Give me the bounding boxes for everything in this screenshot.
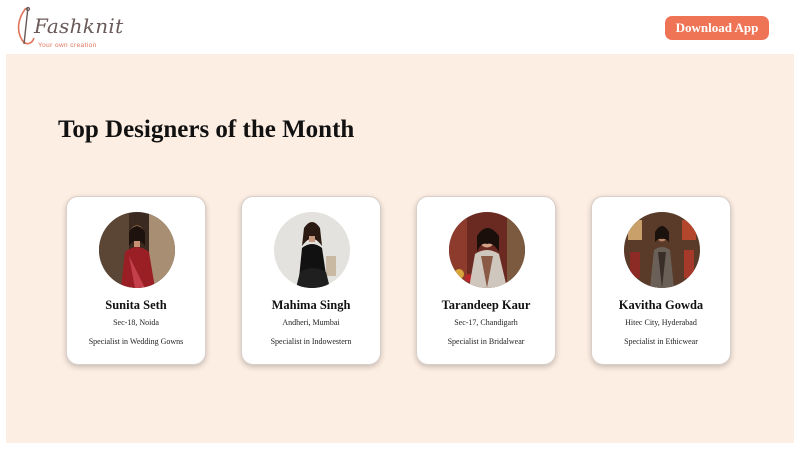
designer-location: Sec-18, Noida xyxy=(113,318,159,327)
logo-tagline: Your own creation xyxy=(38,42,97,49)
designer-location: Hitec City, Hyderabad xyxy=(625,318,697,327)
designer-card[interactable]: Kavitha Gowda Hitec City, Hyderabad Spec… xyxy=(591,196,731,365)
designer-location: Andheri, Mumbai xyxy=(282,318,340,327)
designer-specialty: Specialist in Wedding Gowns xyxy=(88,337,184,346)
section-title: Top Designers of the Month xyxy=(58,116,355,143)
designer-name: Mahima Singh xyxy=(271,298,351,312)
designer-specialty: Specialist in Bridalwear xyxy=(447,337,525,346)
designer-card[interactable]: Sunita Seth Sec-18, Noida Specialist in … xyxy=(66,196,206,365)
designer-name: Sunita Seth xyxy=(105,298,167,312)
designer-name: Kavitha Gowda xyxy=(618,298,704,312)
designer-photo xyxy=(274,212,350,288)
top-navigation-bar: Fashknit Your own creation Download App xyxy=(0,0,800,54)
designer-photo xyxy=(624,212,700,288)
logo-wordmark: Fashknit xyxy=(34,14,124,38)
designer-location: Sec-17, Chandigarh xyxy=(454,318,518,327)
designer-card[interactable]: Mahima Singh Andheri, Mumbai Specialist … xyxy=(241,196,381,365)
designer-specialty: Specialist in Ethicwear xyxy=(624,337,698,346)
fashknit-logo[interactable]: Fashknit Your own creation xyxy=(12,4,124,52)
designer-photo xyxy=(449,212,525,288)
download-app-button[interactable]: Download App xyxy=(665,16,769,40)
designer-card[interactable]: Tarandeep Kaur Sec-17, Chandigarh Specia… xyxy=(416,196,556,365)
designer-specialty: Specialist in Indowestern xyxy=(270,337,352,346)
designers-section: Top Designers of the Month Sunita Seth S… xyxy=(6,54,794,443)
designer-photo xyxy=(99,212,175,288)
designer-name: Tarandeep Kaur xyxy=(441,298,531,312)
